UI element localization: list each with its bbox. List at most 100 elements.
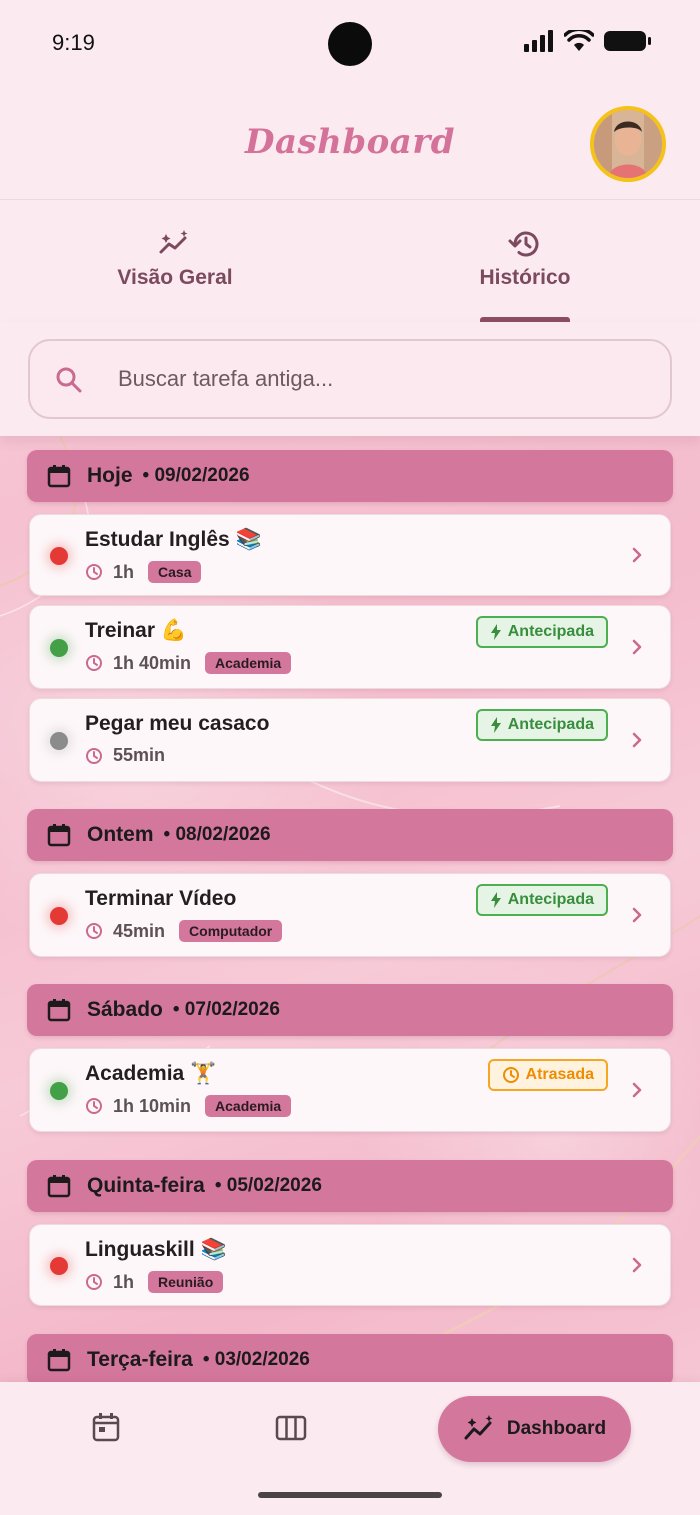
tab-history-label: Histórico	[479, 266, 571, 289]
nav-dashboard-button[interactable]: Dashboard	[438, 1396, 631, 1462]
nav-calendar-button[interactable]	[92, 1412, 120, 1447]
avatar-photo-icon	[594, 110, 662, 178]
status-time: 9:19	[52, 30, 95, 55]
group-date: • 09/02/2026	[142, 465, 250, 486]
nav-board-button[interactable]	[275, 1415, 307, 1446]
task-duration: 45min	[113, 920, 166, 941]
lightning-icon	[490, 892, 501, 908]
tab-bar: Visão Geral Histórico	[0, 200, 700, 322]
history-icon	[508, 231, 539, 257]
app-header: Dashboard	[0, 86, 700, 200]
group-header-thursday: Quinta-feira • 05/02/2026	[27, 1160, 673, 1212]
task-duration: 1h 40min	[113, 652, 192, 673]
group-header-today: Hoje • 09/02/2026	[27, 450, 673, 502]
task-title: Treinar 💪	[85, 619, 188, 642]
status-icons	[524, 30, 652, 52]
group-day: Terça-feira	[87, 1348, 193, 1371]
status-badge: Antecipada	[475, 709, 608, 741]
task-card[interactable]: Terminar Vídeo 45min Computador Antecipa…	[29, 873, 671, 957]
group-date: • 07/02/2026	[172, 999, 280, 1020]
group-header-tuesday: Terça-feira • 03/02/2026	[27, 1334, 673, 1382]
status-badge: Antecipada	[475, 616, 608, 648]
task-title: Estudar Inglês 📚	[85, 528, 262, 551]
task-title: Academia 🏋️	[85, 1062, 217, 1085]
task-tag: Academia	[205, 1095, 292, 1117]
clock-icon	[86, 923, 102, 939]
status-badge-label: Antecipada	[507, 891, 594, 908]
task-tag: Computador	[179, 920, 283, 942]
task-meta: 1h Casa	[85, 561, 202, 583]
calendar-icon	[47, 465, 71, 488]
task-title: Linguaskill 📚	[85, 1238, 227, 1261]
task-card[interactable]: Linguaskill 📚 1h Reunião	[29, 1224, 671, 1306]
clock-icon	[86, 1274, 102, 1290]
task-card[interactable]: Pegar meu casaco 55min Antecipada	[29, 698, 671, 782]
clock-icon	[86, 1098, 102, 1114]
chevron-right-icon	[632, 1257, 642, 1273]
task-card[interactable]: Treinar 💪 1h 40min Academia Antecipada	[29, 605, 671, 689]
calendar-icon	[47, 1349, 71, 1372]
wifi-icon	[564, 30, 594, 51]
search-box[interactable]	[28, 339, 672, 419]
search-icon	[56, 367, 82, 393]
status-dot	[50, 732, 68, 750]
status-badge-label: Atrasada	[525, 1066, 594, 1083]
status-dot	[50, 1082, 68, 1100]
home-indicator	[258, 1492, 442, 1498]
task-duration: 1h 10min	[113, 1095, 192, 1116]
signal-icon	[524, 30, 553, 52]
calendar-icon	[47, 824, 71, 847]
chevron-right-icon	[632, 907, 642, 923]
task-tag: Academia	[205, 652, 292, 674]
calendar-icon	[47, 999, 71, 1022]
search-input[interactable]	[118, 359, 638, 399]
group-header-saturday: Sábado • 07/02/2026	[27, 984, 673, 1036]
task-title: Pegar meu casaco	[85, 712, 270, 735]
task-duration: 55min	[113, 745, 166, 765]
task-tag: Reunião	[148, 1271, 224, 1293]
tab-overview-label: Visão Geral	[117, 266, 233, 289]
task-meta: 1h 40min Academia	[85, 652, 292, 674]
clock-icon	[86, 747, 102, 764]
user-avatar[interactable]	[590, 106, 666, 182]
status-badge-label: Antecipada	[507, 716, 594, 733]
tab-history[interactable]: Histórico	[350, 228, 700, 290]
lightning-icon	[490, 624, 501, 640]
status-badge-label: Antecipada	[507, 623, 594, 640]
group-date: • 05/02/2026	[214, 1175, 322, 1196]
lightning-icon	[490, 717, 501, 733]
task-duration: 1h	[113, 561, 135, 582]
chevron-right-icon	[632, 1082, 642, 1098]
status-dot	[50, 1257, 68, 1275]
group-day: Sábado	[87, 998, 163, 1021]
chevron-right-icon	[632, 547, 642, 563]
columns-icon	[275, 1415, 307, 1441]
status-badge: Antecipada	[475, 884, 608, 916]
chevron-right-icon	[632, 732, 642, 748]
status-dot	[50, 639, 68, 657]
task-meta: 1h 10min Academia	[85, 1095, 292, 1117]
clock-icon	[502, 1067, 519, 1083]
status-bar: 9:19	[0, 0, 700, 86]
task-title: Terminar Vídeo	[85, 887, 237, 910]
trend-sparkle-icon	[159, 230, 188, 254]
status-badge: Atrasada	[487, 1059, 608, 1091]
clock-icon	[86, 655, 102, 671]
task-meta: 45min Computador	[85, 920, 283, 942]
dashboard-sparkle-icon	[464, 1415, 493, 1440]
group-date: • 08/02/2026	[163, 824, 271, 845]
task-card[interactable]: Academia 🏋️ 1h 10min Academia Atrasada	[29, 1048, 671, 1132]
camera-cutout	[328, 22, 372, 66]
task-tag: Casa	[148, 561, 202, 583]
search-section	[0, 322, 700, 436]
task-meta: 1h Reunião	[85, 1271, 224, 1293]
status-dot	[50, 907, 68, 925]
history-list[interactable]: Hoje • 09/02/2026 Estudar Inglês 📚 1h Ca…	[0, 436, 700, 1382]
calendar-icon	[47, 1175, 71, 1198]
status-dot	[50, 547, 68, 565]
tab-overview[interactable]: Visão Geral	[0, 228, 350, 290]
task-card[interactable]: Estudar Inglês 📚 1h Casa	[29, 514, 671, 596]
task-duration: 1h	[113, 1271, 135, 1292]
group-day: Quinta-feira	[87, 1174, 205, 1197]
nav-dashboard-label: Dashboard	[506, 1418, 607, 1439]
